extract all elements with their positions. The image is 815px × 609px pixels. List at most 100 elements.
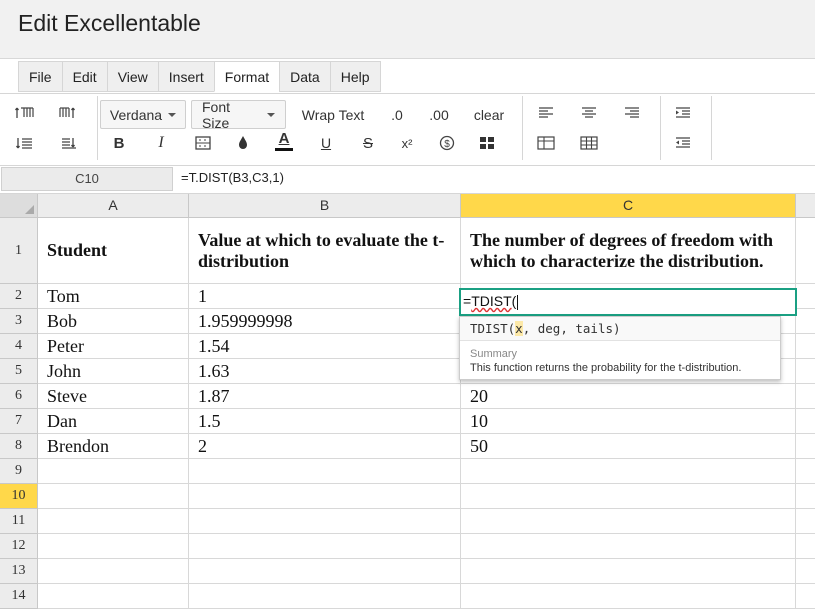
menu-view[interactable]: View — [106, 61, 158, 92]
table-cell[interactable]: 50 — [461, 434, 796, 459]
menu-data[interactable]: Data — [279, 61, 330, 92]
table-cell[interactable]: The number of degrees of freedom with wh… — [461, 218, 796, 284]
row-header[interactable]: 10 — [0, 484, 38, 509]
menu-insert[interactable]: Insert — [157, 61, 214, 92]
table-cell[interactable]: Student — [38, 218, 189, 284]
table-cell[interactable] — [796, 484, 815, 509]
indent-decrease-icon[interactable] — [670, 132, 696, 154]
underline-button[interactable]: U — [313, 132, 339, 154]
table-cell[interactable] — [38, 459, 189, 484]
column-header-c[interactable]: C — [461, 194, 796, 218]
row-header[interactable]: 4 — [0, 334, 38, 359]
row-header[interactable]: 8 — [0, 434, 38, 459]
table-cell[interactable] — [796, 359, 815, 384]
table-cell[interactable]: 10 — [461, 409, 796, 434]
table-cell[interactable] — [461, 534, 796, 559]
table-cell[interactable]: Brendon — [38, 434, 189, 459]
row-header[interactable]: 2 — [0, 284, 38, 309]
table-cell[interactable]: Value at which to evaluate the t-distrib… — [189, 218, 461, 284]
table-cell[interactable]: John — [38, 359, 189, 384]
table-cell[interactable] — [189, 534, 461, 559]
table-cell[interactable] — [38, 584, 189, 609]
table-cell[interactable]: 1.63 — [189, 359, 461, 384]
bold-button[interactable]: B — [106, 132, 132, 154]
table-cell[interactable] — [796, 334, 815, 359]
table-cell[interactable] — [796, 284, 815, 309]
row-header[interactable]: 9 — [0, 459, 38, 484]
table-cell[interactable] — [189, 484, 461, 509]
superscript-button[interactable]: x² — [394, 132, 420, 154]
table-cell[interactable] — [796, 509, 815, 534]
cell-editor[interactable]: =TDIST( — [459, 288, 797, 316]
table-cell[interactable]: 1.959999998 — [189, 309, 461, 334]
table-cell[interactable]: Tom — [38, 284, 189, 309]
font-family-dropdown[interactable]: Verdana — [100, 100, 186, 129]
select-all-corner[interactable] — [0, 194, 38, 218]
insert-row-below-icon[interactable] — [12, 133, 38, 155]
table-cell[interactable]: Dan — [38, 409, 189, 434]
table-cell[interactable] — [189, 509, 461, 534]
align-center-icon[interactable] — [576, 102, 602, 124]
menu-edit[interactable]: Edit — [61, 61, 107, 92]
align-left-icon[interactable] — [533, 102, 559, 124]
table-cell[interactable]: Bob — [38, 309, 189, 334]
table-cell[interactable] — [461, 559, 796, 584]
table-cell[interactable]: 1.5 — [189, 409, 461, 434]
row-header[interactable]: 6 — [0, 384, 38, 409]
font-size-dropdown[interactable]: Font Size — [191, 99, 286, 131]
table-cell[interactable]: Peter — [38, 334, 189, 359]
table-cell[interactable] — [796, 384, 815, 409]
table-cell[interactable] — [796, 434, 815, 459]
row-header[interactable]: 1 — [0, 218, 38, 284]
row-header[interactable]: 7 — [0, 409, 38, 434]
grid-lines-icon[interactable] — [576, 132, 602, 154]
strikethrough-button[interactable]: S — [355, 132, 381, 154]
table-cell[interactable] — [796, 584, 815, 609]
clear-format-button[interactable]: clear — [468, 100, 510, 129]
insert-row-above-icon[interactable] — [12, 102, 38, 124]
fill-color-icon[interactable] — [230, 132, 256, 154]
row-header[interactable]: 13 — [0, 559, 38, 584]
column-header-a[interactable]: A — [38, 194, 189, 218]
table-cell[interactable]: 1.87 — [189, 384, 461, 409]
wrap-text-button[interactable]: Wrap Text — [293, 100, 373, 129]
row-header[interactable]: 5 — [0, 359, 38, 384]
row-header[interactable]: 12 — [0, 534, 38, 559]
table-cell[interactable]: 2 — [189, 434, 461, 459]
cell-name-box[interactable]: C10 — [1, 167, 173, 191]
table-cell[interactable]: 1 — [189, 284, 461, 309]
function-signature[interactable]: TDIST(x, deg, tails) — [460, 317, 780, 341]
table-cell[interactable] — [189, 559, 461, 584]
row-header[interactable]: 14 — [0, 584, 38, 609]
table-cell[interactable] — [38, 484, 189, 509]
merge-cells-icon[interactable] — [474, 132, 500, 154]
table-cell[interactable] — [38, 534, 189, 559]
table-cell[interactable] — [189, 459, 461, 484]
table-cell[interactable] — [796, 309, 815, 334]
font-color-button[interactable]: A — [271, 130, 297, 152]
delete-rows-icon[interactable] — [55, 133, 81, 155]
table-cell[interactable]: 20 — [461, 384, 796, 409]
table-cell[interactable] — [189, 584, 461, 609]
table-cell[interactable] — [796, 534, 815, 559]
table-cell[interactable] — [796, 218, 815, 284]
indent-increase-icon[interactable] — [670, 102, 696, 124]
row-header[interactable]: 3 — [0, 309, 38, 334]
insert-table-icon[interactable] — [533, 132, 559, 154]
menu-format[interactable]: Format — [213, 61, 280, 92]
increase-decimal-button[interactable]: .00 — [424, 100, 454, 129]
table-cell[interactable] — [38, 559, 189, 584]
row-header[interactable]: 11 — [0, 509, 38, 534]
insert-column-icon[interactable] — [55, 102, 81, 124]
table-cell[interactable] — [461, 484, 796, 509]
menu-help[interactable]: Help — [329, 61, 381, 92]
italic-button[interactable]: I — [148, 132, 174, 154]
table-cell[interactable] — [38, 509, 189, 534]
align-right-icon[interactable] — [619, 102, 645, 124]
column-header-d[interactable] — [796, 194, 815, 218]
table-cell[interactable] — [796, 459, 815, 484]
function-autocomplete-popup[interactable]: TDIST(x, deg, tails) Summary This functi… — [459, 316, 781, 380]
column-header-b[interactable]: B — [189, 194, 461, 218]
currency-icon[interactable]: $ — [434, 132, 460, 154]
table-cell[interactable]: 1.54 — [189, 334, 461, 359]
